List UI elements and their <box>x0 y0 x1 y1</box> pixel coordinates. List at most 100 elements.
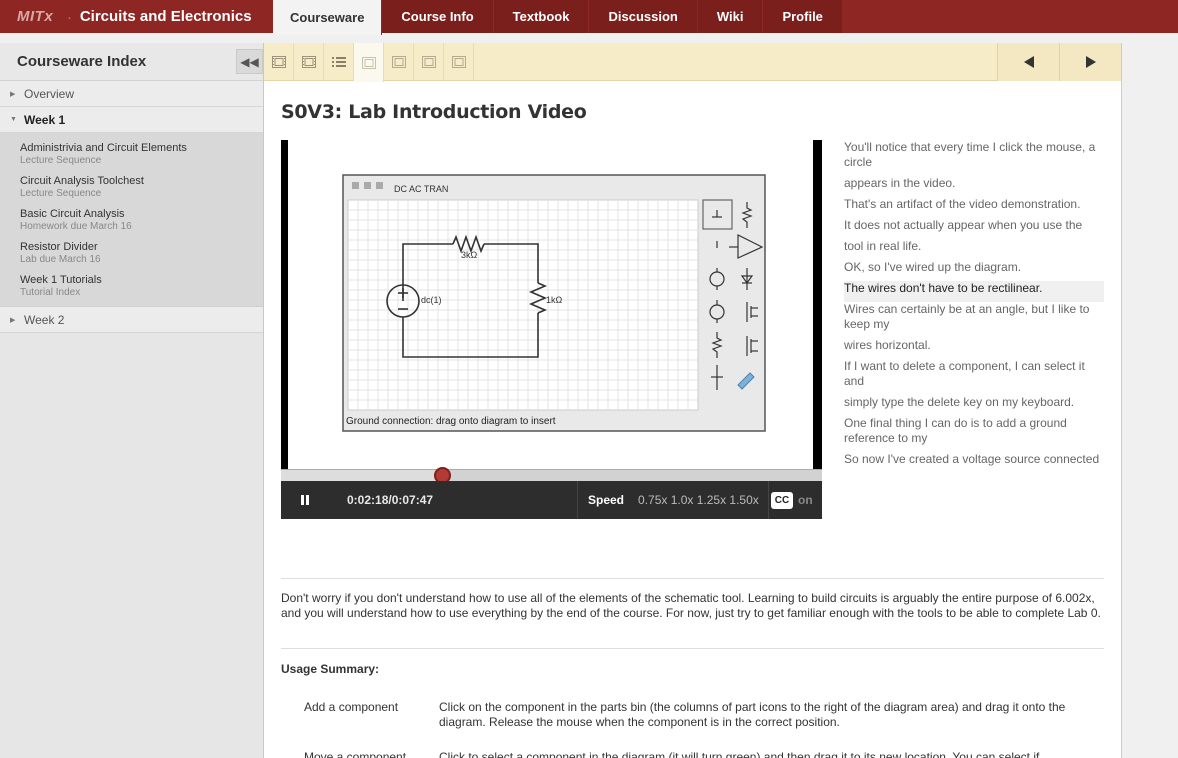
divider <box>281 578 1104 579</box>
sequence-item-video[interactable] <box>384 43 414 81</box>
divider <box>281 648 1104 649</box>
section-link[interactable]: Circuit Analysis Toolchest Lecture Seque… <box>20 175 263 208</box>
tab-discussion[interactable]: Discussion <box>589 0 698 33</box>
sequence-item-video-active[interactable] <box>354 43 384 82</box>
schematic-toolbar-label: DC AC TRAN <box>394 184 449 194</box>
sequence-item-list[interactable] <box>324 43 354 81</box>
pause-icon <box>301 495 309 505</box>
main-content: S0V3: Lab Introduction Video DC AC TRAN … <box>264 43 1122 758</box>
schematic-status: Ground connection: drag onto diagram to … <box>346 416 556 427</box>
previous-button[interactable] <box>997 43 1059 81</box>
usage-description: Click on the component in the parts bin … <box>439 700 1066 729</box>
video-title: S0V3: Lab Introduction Video <box>281 101 587 123</box>
brand-separator: · <box>67 8 72 25</box>
speed-control[interactable]: Speed 0.75x 1.0x 1.25x 1.50x <box>577 481 769 519</box>
collapse-sidebar-button[interactable]: ◀◀ <box>236 49 263 74</box>
film-icon <box>421 56 436 68</box>
sequence-item-video[interactable] <box>264 43 294 81</box>
next-button[interactable] <box>1059 43 1121 81</box>
video-frame[interactable]: DC AC TRAN 3kΩ 1kΩ dc(1) Ground connecti… <box>288 140 813 469</box>
pause-button[interactable] <box>289 481 321 519</box>
week-1-sections: Administrivia and Circuit Elements Lectu… <box>0 133 263 307</box>
section-type: Lab due March 16 <box>20 254 101 265</box>
course-title: Circuits and Electronics <box>79 8 252 25</box>
transcript-line[interactable]: If I want to delete a component, I can s… <box>844 359 1104 395</box>
arrow-right-icon <box>1085 56 1096 68</box>
film-icon <box>391 56 406 68</box>
transcript-line[interactable]: One final thing I can do is to add a gro… <box>844 416 1104 452</box>
film-icon <box>451 56 466 68</box>
chapter-label: Overview <box>24 86 75 101</box>
transcript-line[interactable]: That's an artifact of the video demonstr… <box>844 197 1104 218</box>
sequence-nav <box>264 43 1121 82</box>
sidebar-title: Courseware Index <box>17 53 147 70</box>
sidebar-header: Courseware Index ◀◀ <box>0 43 263 81</box>
section-name: Resistor Divider <box>20 241 98 253</box>
cc-state: on <box>798 493 813 507</box>
chapter-overview[interactable]: ▶ Overview <box>0 81 263 107</box>
transcript-line[interactable]: tool in real life. <box>844 239 1104 260</box>
mitx-logo[interactable]: MITx <box>17 8 53 25</box>
tab-textbook[interactable]: Textbook <box>493 0 590 33</box>
transcript-line[interactable]: You'll notice that every time I click th… <box>844 140 1104 176</box>
resistor-label-1k: 1kΩ <box>546 295 563 305</box>
video-controls: 0:02:18/0:07:47 Speed 0.75x 1.0x 1.25x 1… <box>281 481 822 519</box>
slider-fill <box>281 470 442 481</box>
list-icon <box>331 57 346 67</box>
arrow-left-icon <box>1023 56 1034 68</box>
source-label: dc(1) <box>421 295 442 305</box>
resistor-label-3k: 3kΩ <box>461 250 478 260</box>
chapter-week-2[interactable]: ▶ Week 2 <box>0 307 263 333</box>
tab-wiki[interactable]: Wiki <box>697 0 764 33</box>
section-link[interactable]: Administrivia and Circuit Elements Lectu… <box>20 142 263 175</box>
cc-toggle-button[interactable]: CC <box>771 492 793 509</box>
courseware-sidebar: Courseware Index ◀◀ ▶ Overview ▼ Week 1 … <box>0 43 264 758</box>
transcript-line[interactable]: So now I've created a voltage source con… <box>844 452 1104 473</box>
intro-paragraph: Don't worry if you don't understand how … <box>281 591 1101 620</box>
film-icon <box>361 56 376 69</box>
transcript-line[interactable]: OK, so I've wired up the diagram. <box>844 260 1104 281</box>
usage-description: Click to select a component in the diagr… <box>439 750 1040 758</box>
film-icon <box>301 56 316 68</box>
triangle-down-icon: ▼ <box>10 116 17 123</box>
film-icon <box>271 56 286 68</box>
usage-row: Add a component Click on the component i… <box>304 700 1104 732</box>
transcript-line[interactable]: wires horizontal. <box>844 338 1104 359</box>
section-link[interactable]: Resistor Divider Lab due March 16 <box>20 241 263 274</box>
section-link[interactable]: Week 1 Tutorials Tutorial Index <box>20 274 263 298</box>
section-type: Tutorial Index <box>20 287 81 298</box>
transcript-line[interactable]: Wires can certainly be at an angle, but … <box>844 302 1104 338</box>
transcript-line[interactable]: appears in the video. <box>844 176 1104 197</box>
chapter-label: Week 2 <box>24 312 65 327</box>
usage-row: Move a component Click to select a compo… <box>304 750 1104 758</box>
double-chevron-left-icon: ◀◀ <box>240 54 259 69</box>
triangle-right-icon: ▶ <box>10 316 16 324</box>
section-type: Homework due March 16 <box>20 221 132 232</box>
chapter-week-1[interactable]: ▼ Week 1 <box>0 107 263 133</box>
section-link[interactable]: Basic Circuit Analysis Homework due Marc… <box>20 208 263 241</box>
tab-course-info[interactable]: Course Info <box>382 0 494 33</box>
course-tabs: Courseware Course Info Textbook Discussi… <box>273 0 843 35</box>
speed-label: Speed <box>588 493 625 507</box>
speed-options[interactable]: 0.75x 1.0x 1.25x 1.50x <box>638 493 759 507</box>
video-progress-slider[interactable] <box>281 467 822 484</box>
section-name: Basic Circuit Analysis <box>20 208 125 220</box>
sequence-item-video[interactable] <box>444 43 474 81</box>
section-type: Lecture Sequence <box>20 188 102 199</box>
chapter-label: Week 1 <box>24 112 66 127</box>
triangle-right-icon: ▶ <box>10 90 16 98</box>
section-type: Lecture Sequence <box>20 155 102 166</box>
sequence-item-video[interactable] <box>414 43 444 81</box>
transcript-line[interactable]: simply type the delete key on my keyboar… <box>844 395 1104 416</box>
transcript-line-current[interactable]: The wires don't have to be rectilinear. <box>844 281 1104 302</box>
transcript-line[interactable]: It does not actually appear when you use… <box>844 218 1104 239</box>
usage-term: Add a component <box>304 700 399 714</box>
sequence-item-video[interactable] <box>294 43 324 81</box>
usage-summary-heading: Usage Summary: <box>281 662 380 676</box>
section-name: Circuit Analysis Toolchest <box>20 175 144 187</box>
section-name: Administrivia and Circuit Elements <box>20 142 187 154</box>
tab-courseware[interactable]: Courseware <box>273 0 383 35</box>
video-transcript: You'll notice that every time I click th… <box>844 140 1104 473</box>
brand: MITx · Circuits and Electronics <box>0 0 252 33</box>
tab-profile[interactable]: Profile <box>763 0 843 33</box>
